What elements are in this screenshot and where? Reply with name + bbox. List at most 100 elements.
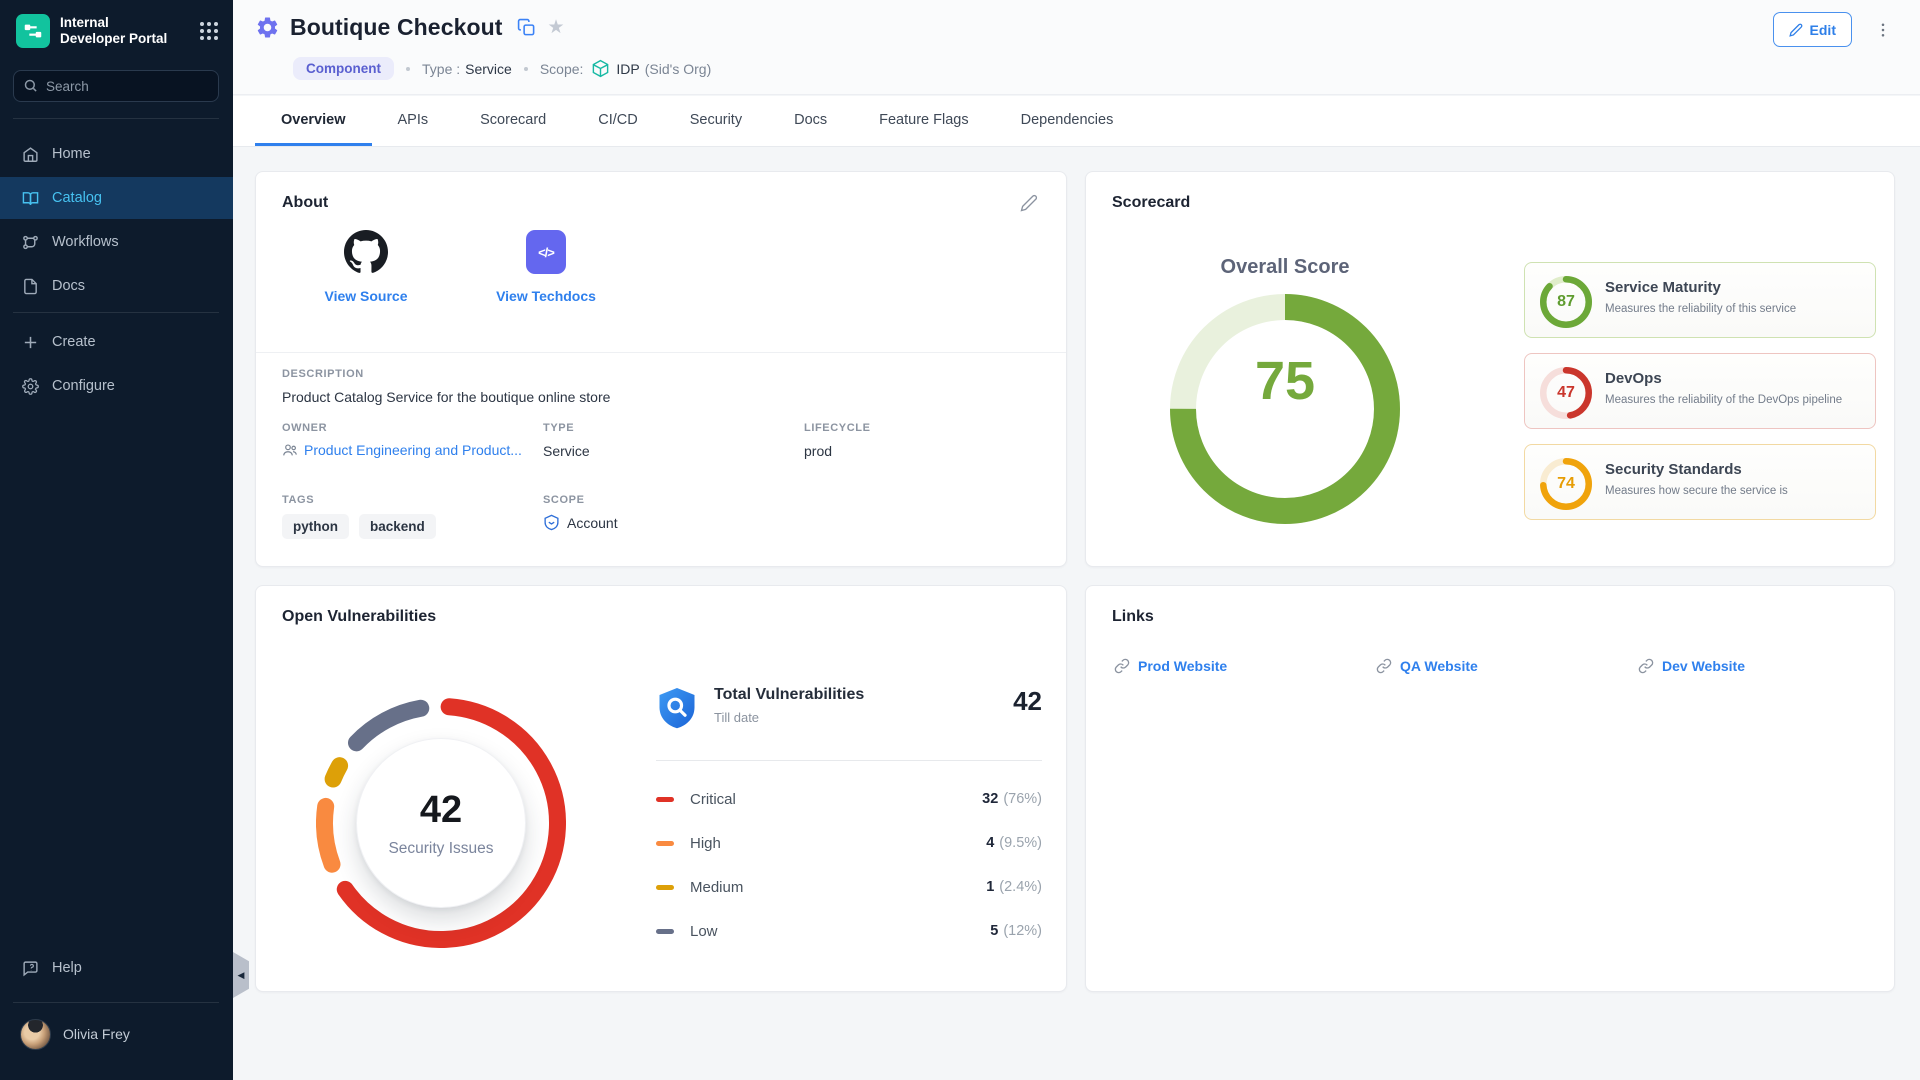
logo-row: Internal Developer Portal	[0, 0, 233, 48]
legend-pct: (12%)	[1003, 923, 1042, 939]
sidebar-item-configure[interactable]: Configure	[0, 364, 233, 408]
edit-about-pencil-icon[interactable]	[1020, 194, 1038, 212]
about-card: About View Source </> V	[255, 171, 1067, 567]
tab-overview[interactable]: Overview	[255, 96, 372, 146]
legend-count: 32	[982, 791, 998, 807]
sidebar-help: Help	[0, 946, 233, 990]
tab-feature-flags[interactable]: Feature Flags	[853, 96, 994, 146]
total-vulnerabilities-title: Total Vulnerabilities	[714, 686, 1013, 704]
sidebar-divider	[13, 118, 219, 119]
security-issues-label: Security Issues	[388, 840, 493, 858]
total-vulnerabilities-sub: Till date	[714, 710, 1013, 725]
score-item-service-maturity[interactable]: 87 Service Maturity Measures the reliabi…	[1524, 262, 1876, 338]
user-menu[interactable]: Olivia Frey	[0, 1008, 233, 1060]
scope-meta-value: Account	[567, 515, 618, 531]
owner-link[interactable]: Product Engineering and Product...	[282, 442, 543, 458]
avatar	[20, 1019, 51, 1050]
scope-org: (Sid's Org)	[645, 61, 711, 77]
github-icon	[344, 230, 388, 274]
score-item-security-standards[interactable]: 74 Security Standards Measures how secur…	[1524, 444, 1876, 520]
legend-pct: (9.5%)	[999, 835, 1042, 851]
tab-apis[interactable]: APIs	[372, 96, 455, 146]
help-label: Help	[52, 960, 82, 976]
tab-docs[interactable]: Docs	[768, 96, 853, 146]
catalog-book-icon	[22, 190, 39, 207]
sidebar-item-create[interactable]: Create	[0, 320, 233, 364]
sidebar-item-catalog[interactable]: Catalog	[0, 177, 233, 219]
tag-chip[interactable]: backend	[359, 514, 436, 539]
docs-file-icon	[22, 278, 39, 295]
legend-color-dash	[656, 841, 674, 846]
legend-label: High	[690, 835, 986, 852]
link-icon	[1114, 658, 1130, 674]
score-item-description: Measures how secure the service is	[1605, 485, 1788, 497]
home-icon	[22, 146, 39, 163]
link-icon	[1638, 658, 1654, 674]
legend-label: Critical	[690, 791, 982, 808]
view-techdocs-label: View Techdocs	[496, 288, 596, 304]
edit-label: Edit	[1810, 22, 1836, 38]
lifecycle-value: prod	[804, 443, 1065, 459]
app-title: Internal Developer Portal	[60, 15, 199, 47]
view-techdocs-link[interactable]: </> View Techdocs	[476, 230, 616, 304]
sidebar-item-home[interactable]: Home	[0, 132, 233, 176]
legend-count: 5	[990, 923, 998, 939]
dot-separator	[524, 67, 528, 71]
owner-label: OWNER	[282, 422, 543, 434]
legend-count: 4	[986, 835, 994, 851]
page-header: Boutique Checkout ★ Component Type : Ser…	[233, 0, 1920, 95]
legend-color-dash	[656, 929, 674, 934]
sidebar-divider	[13, 312, 219, 313]
link-label: QA Website	[1400, 658, 1478, 674]
vulnerabilities-donut-center: 42 Security Issues	[356, 738, 526, 908]
legend-pct: (2.4%)	[999, 879, 1042, 895]
sidebar-item-label: Create	[52, 334, 96, 350]
link-prod-website[interactable]: Prod Website	[1114, 658, 1376, 674]
tab-scorecard[interactable]: Scorecard	[454, 96, 572, 146]
gear-icon	[22, 378, 39, 395]
component-gear-icon	[255, 15, 280, 40]
description-label: DESCRIPTION	[282, 368, 610, 380]
more-options-kebab-icon[interactable]	[1874, 21, 1892, 39]
security-issues-count: 42	[420, 789, 462, 832]
user-name: Olivia Frey	[63, 1026, 130, 1042]
link-qa-website[interactable]: QA Website	[1376, 658, 1638, 674]
group-icon	[282, 442, 298, 458]
app-switcher-icon[interactable]	[199, 21, 219, 41]
view-source-link[interactable]: View Source	[296, 230, 436, 304]
scope-cube-icon	[591, 59, 610, 78]
sidebar: Internal Developer Portal Home	[0, 0, 233, 1080]
about-divider	[256, 352, 1066, 353]
vulnerabilities-title: Open Vulnerabilities	[282, 608, 436, 626]
main-area: Boutique Checkout ★ Component Type : Ser…	[233, 0, 1920, 1080]
tab-bar: Overview APIs Scorecard CI/CD Security D…	[233, 96, 1920, 147]
vulnerabilities-divider	[656, 760, 1042, 761]
copy-icon[interactable]	[517, 18, 536, 37]
score-item-description: Measures the reliability of this service	[1605, 303, 1796, 315]
sidebar-item-docs[interactable]: Docs	[0, 264, 233, 308]
edit-button[interactable]: Edit	[1773, 12, 1852, 47]
type-label: Type :	[422, 61, 460, 77]
help-button[interactable]: Help	[0, 946, 233, 990]
sidebar-item-label: Home	[52, 146, 91, 162]
scope-meta-label: SCOPE	[543, 494, 804, 506]
score-item-name: Security Standards	[1605, 461, 1742, 478]
score-item-devops[interactable]: 47 DevOps Measures the reliability of th…	[1524, 353, 1876, 429]
workflows-icon	[22, 234, 39, 251]
link-dev-website[interactable]: Dev Website	[1638, 658, 1900, 674]
entity-kind-badge: Component	[293, 57, 394, 80]
score-item-description: Measures the reliability of the DevOps p…	[1605, 394, 1842, 406]
tag-chip[interactable]: python	[282, 514, 349, 539]
type-value: Service	[465, 61, 512, 77]
legend-row-low: Low 5 (12%)	[656, 909, 1042, 953]
score-mini-value: 74	[1540, 458, 1592, 510]
favorite-star-icon[interactable]: ★	[548, 18, 565, 37]
legend-label: Low	[690, 923, 990, 940]
app-logo[interactable]	[16, 14, 50, 48]
sidebar-item-workflows[interactable]: Workflows	[0, 220, 233, 264]
link-label: Prod Website	[1138, 658, 1227, 674]
search-input[interactable]	[13, 70, 219, 102]
tab-cicd[interactable]: CI/CD	[572, 96, 663, 146]
tab-security[interactable]: Security	[664, 96, 768, 146]
tab-dependencies[interactable]: Dependencies	[995, 96, 1140, 146]
